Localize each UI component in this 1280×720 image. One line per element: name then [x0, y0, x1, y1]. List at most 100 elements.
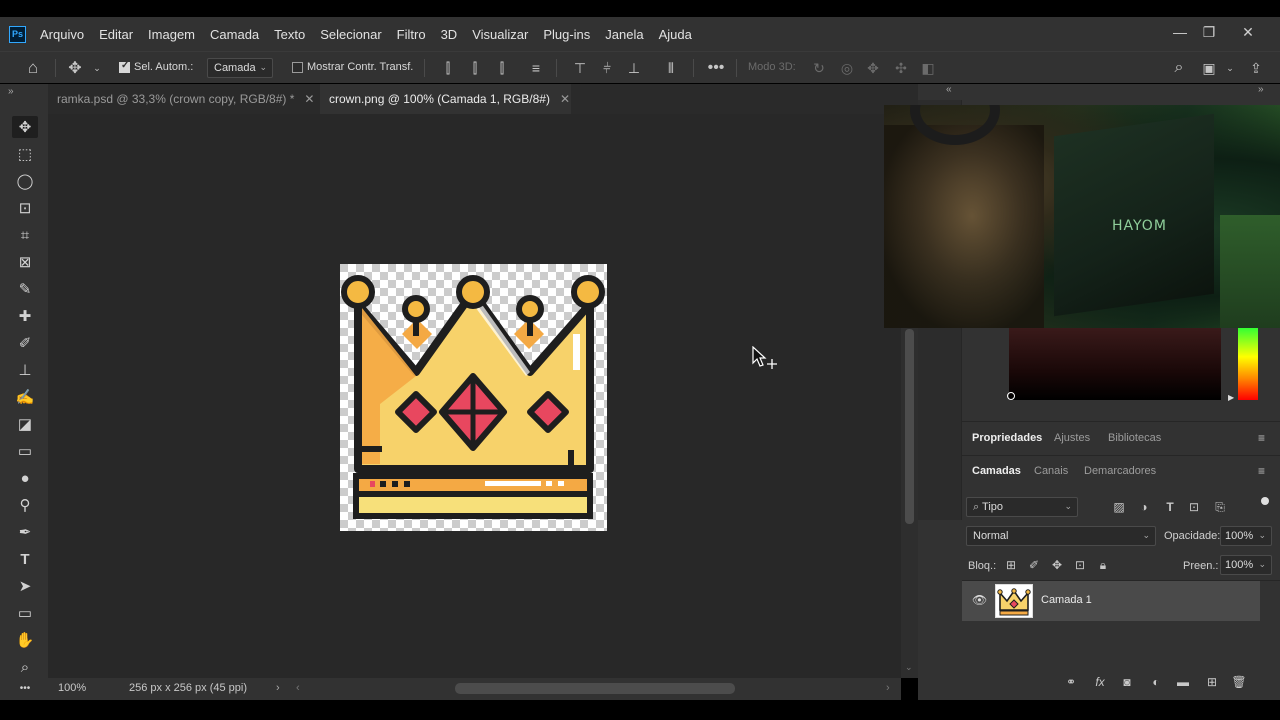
filter-pixel-layers-icon[interactable]: ▨	[1111, 499, 1127, 515]
menu-filtro[interactable]: Filtro	[397, 27, 426, 42]
hue-slider-handle[interactable]: ▶	[1228, 393, 1234, 402]
tab-propriedades[interactable]: Propriedades	[972, 432, 1042, 444]
menu-selecionar[interactable]: Selecionar	[320, 27, 381, 42]
panel-menu-icon[interactable]: ≡	[1258, 464, 1265, 478]
chevron-down-icon[interactable]: ⌄	[1224, 58, 1236, 78]
gradient-tool-icon[interactable]: ▭	[12, 440, 38, 462]
link-layers-icon[interactable]: ⚭	[1063, 674, 1079, 690]
path-selection-tool-icon[interactable]: ➤	[12, 575, 38, 597]
blend-mode-dropdown[interactable]: Normal ⌄	[966, 526, 1156, 546]
filter-adjustment-layers-icon[interactable]: ◑	[1136, 499, 1152, 515]
workspace-icon[interactable]: ▣	[1199, 58, 1219, 78]
more-tools-icon[interactable]: •••	[12, 682, 38, 694]
delete-layer-icon[interactable]: 🗑︎	[1231, 674, 1247, 690]
canvas-area[interactable]	[48, 114, 901, 678]
close-tab-icon[interactable]: ✕	[560, 92, 570, 106]
align-left-icon[interactable]: ⫿	[439, 58, 457, 78]
menu-texto[interactable]: Texto	[274, 27, 305, 42]
layer-row[interactable]: 👁︎ Camada 1	[962, 581, 1260, 621]
object-selection-tool-icon[interactable]: ⊡	[12, 197, 38, 219]
add-mask-icon[interactable]: ◙	[1119, 674, 1135, 690]
scroll-thumb[interactable]	[905, 329, 914, 524]
menu-arquivo[interactable]: Arquivo	[40, 27, 84, 42]
align-top-icon[interactable]: ⊤	[571, 58, 589, 78]
new-adjustment-layer-icon[interactable]: ◐	[1148, 674, 1164, 690]
align-right-icon[interactable]: ⫿	[493, 58, 511, 78]
filter-type-layers-icon[interactable]: T	[1162, 499, 1178, 515]
collapse-toolbar-icon[interactable]: »	[8, 86, 14, 97]
frame-tool-icon[interactable]: ⊠	[12, 251, 38, 273]
search-icon[interactable]: ⌕	[1169, 58, 1189, 78]
menu-camada[interactable]: Camada	[210, 27, 259, 42]
blur-tool-icon[interactable]: ●	[12, 467, 38, 489]
opacity-field[interactable]: 100% ⌄	[1220, 526, 1272, 546]
zoom-level[interactable]: 100%	[58, 682, 86, 694]
lock-all-icon[interactable]: 🔒︎	[1095, 557, 1111, 573]
photoshop-logo[interactable]: Ps	[9, 25, 26, 43]
close-icon[interactable]: ✕	[1234, 17, 1262, 47]
menu-ajuda[interactable]: Ajuda	[659, 27, 692, 42]
lasso-tool-icon[interactable]: ◯	[12, 170, 38, 192]
distribute-horizontal-icon[interactable]: ⫴	[662, 58, 680, 78]
menu-3d[interactable]: 3D	[441, 27, 458, 42]
tab-ramka-psd[interactable]: ramka.psd @ 33,3% (crown copy, RGB/8#) *…	[48, 84, 318, 114]
align-horizontal-center-icon[interactable]: ⫿	[466, 58, 484, 78]
hand-tool-icon[interactable]: ✋	[12, 629, 38, 651]
more-options-icon[interactable]: •••	[705, 58, 727, 78]
panel-menu-icon[interactable]: ≡	[1258, 431, 1265, 445]
history-brush-tool-icon[interactable]: ✍	[12, 386, 38, 408]
menu-editar[interactable]: Editar	[99, 27, 133, 42]
layer-name[interactable]: Camada 1	[1041, 594, 1092, 606]
menu-plugins[interactable]: Plug-ins	[543, 27, 590, 42]
fill-field[interactable]: 100% ⌄	[1220, 555, 1272, 575]
type-tool-icon[interactable]: T	[12, 548, 38, 570]
lock-position-icon[interactable]: ✥	[1049, 557, 1065, 573]
lock-image-pixels-icon[interactable]: ✐	[1026, 557, 1042, 573]
rectangle-tool-icon[interactable]: ▭	[12, 602, 38, 624]
color-picker-handle[interactable]	[1007, 392, 1015, 400]
tab-ajustes[interactable]: Ajustes	[1054, 432, 1090, 444]
layer-filter-dropdown[interactable]: ⌕ Tipo ⌄	[966, 497, 1078, 517]
collapse-panel-icon[interactable]: «	[946, 84, 952, 95]
tab-camadas[interactable]: Camadas	[972, 465, 1021, 477]
share-icon[interactable]: ⇪	[1246, 58, 1266, 78]
lock-transparent-pixels-icon[interactable]: ⊞	[1003, 557, 1019, 573]
clone-stamp-tool-icon[interactable]: ⊥	[12, 359, 38, 381]
menu-visualizar[interactable]: Visualizar	[472, 27, 528, 42]
crown-image[interactable]	[340, 264, 607, 531]
close-tab-icon[interactable]: ✕	[304, 92, 314, 106]
crop-tool-icon[interactable]: ⌗	[12, 224, 38, 246]
auto-select-target-dropdown[interactable]: Camada ⌄	[207, 58, 273, 78]
chevron-down-icon[interactable]: ⌄	[90, 58, 104, 78]
minimize-icon[interactable]: —	[1166, 17, 1194, 47]
align-vertical-center-icon[interactable]: ⫩	[598, 58, 616, 78]
tab-bibliotecas[interactable]: Bibliotecas	[1108, 432, 1161, 444]
eraser-tool-icon[interactable]: ◪	[12, 413, 38, 435]
show-transform-checkbox[interactable]	[292, 62, 303, 73]
healing-brush-tool-icon[interactable]: ✚	[12, 305, 38, 327]
zoom-tool-icon[interactable]: ⌕	[12, 656, 38, 678]
marquee-tool-icon[interactable]: ⬚	[12, 143, 38, 165]
eyedropper-tool-icon[interactable]: ✎	[12, 278, 38, 300]
tab-canais[interactable]: Canais	[1034, 465, 1068, 477]
tab-demarcadores[interactable]: Demarcadores	[1084, 465, 1156, 477]
filter-shape-layers-icon[interactable]: ⊡	[1186, 499, 1202, 515]
scroll-left-icon[interactable]: ‹	[296, 682, 300, 694]
lock-artboard-icon[interactable]: ⊡	[1072, 557, 1088, 573]
menu-janela[interactable]: Janela	[605, 27, 643, 42]
brush-tool-icon[interactable]: ✐	[12, 332, 38, 354]
home-icon[interactable]: ⌂	[22, 58, 44, 78]
filter-smart-objects-icon[interactable]: ⎘	[1212, 499, 1228, 515]
status-menu-icon[interactable]: ›	[276, 682, 280, 694]
horizontal-scroll-thumb[interactable]	[455, 683, 735, 694]
maximize-icon[interactable]: ❐	[1195, 17, 1223, 47]
tab-crown-png[interactable]: crown.png @ 100% (Camada 1, RGB/8#) ✕	[320, 84, 571, 114]
new-layer-icon[interactable]: ⊞	[1204, 674, 1220, 690]
color-field[interactable]	[1009, 328, 1221, 400]
pen-tool-icon[interactable]: ✒	[12, 521, 38, 543]
move-tool-icon[interactable]: ✥	[64, 58, 86, 78]
filter-toggle[interactable]	[1261, 497, 1269, 505]
new-group-icon[interactable]: ▬	[1175, 674, 1191, 690]
visibility-eye-icon[interactable]: 👁︎	[972, 593, 987, 607]
hue-slider[interactable]	[1238, 328, 1258, 400]
